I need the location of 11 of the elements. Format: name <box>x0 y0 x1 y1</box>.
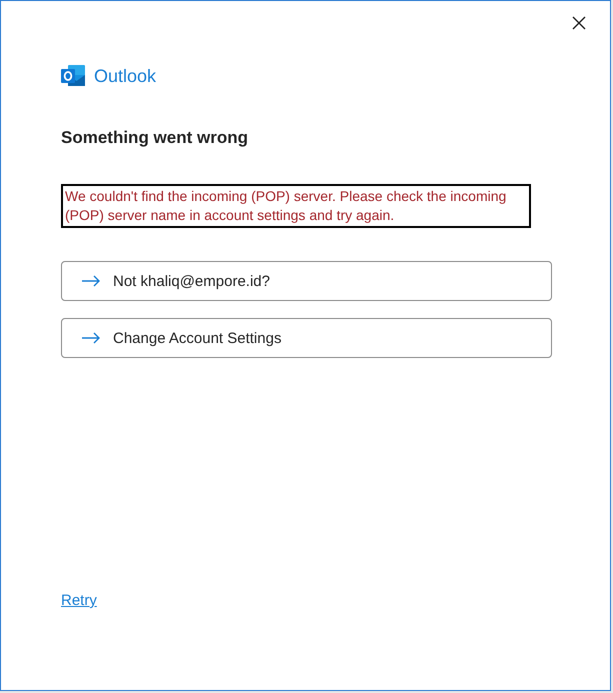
action-button[interactable]: Not khaliq@empore.id? <box>61 261 552 301</box>
action-button[interactable]: Change Account Settings <box>61 318 552 358</box>
error-message: We couldn't find the incoming (POP) server. Please check the incoming (POP) server name in account settings and try again. <box>61 184 531 228</box>
close-button[interactable] <box>571 15 587 31</box>
envelope-icon <box>61 64 86 88</box>
arrow-icon <box>81 332 101 344</box>
dialog-heading: Something went wrong <box>61 128 249 148</box>
arrow-icon <box>81 275 101 287</box>
app-name: Outlook <box>94 66 156 86</box>
retry-link[interactable]: Retry <box>61 592 97 609</box>
close-icon <box>571 15 587 31</box>
